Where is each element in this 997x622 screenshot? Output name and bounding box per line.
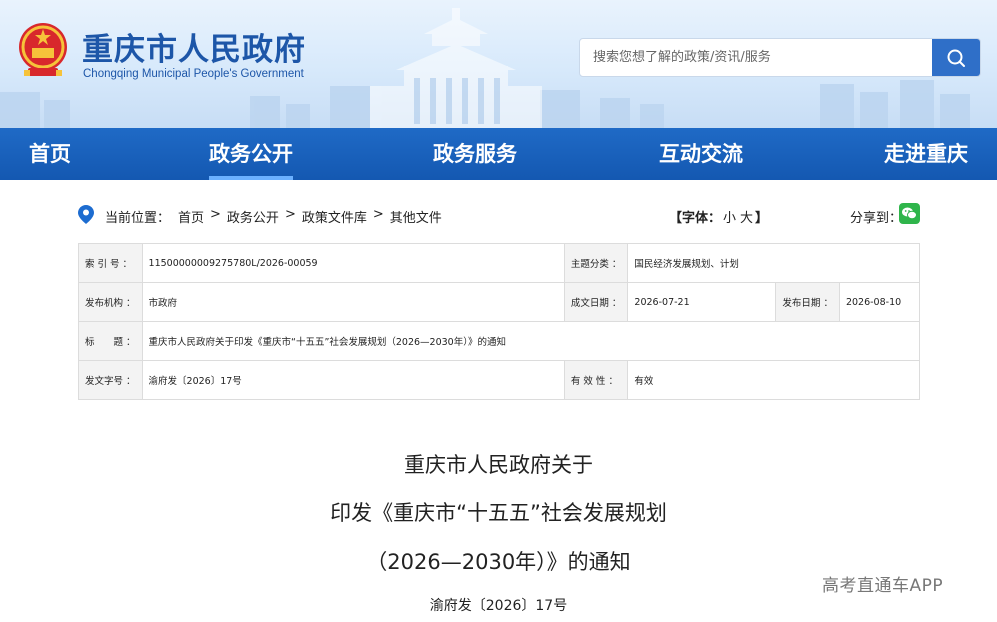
- meta-value-index: 11500000009275780L/2026-00059: [141, 243, 565, 283]
- meta-label-doc-number: 发文字号 ：: [78, 360, 143, 400]
- wechat-icon: [902, 207, 917, 220]
- table-row: 索 引 号 ： 11500000009275780L/2026-00059 主题…: [78, 243, 920, 283]
- meta-label-validity: 有 效 性 ：: [563, 360, 629, 400]
- font-size-control: 【字体：小大】: [669, 207, 768, 226]
- font-size-label: 【字体：: [669, 211, 722, 226]
- breadcrumb-separator: >: [284, 207, 296, 222]
- nav-item-about-chongqing[interactable]: 走进重庆: [884, 128, 968, 180]
- nav-item-government-services[interactable]: 政务服务: [433, 128, 517, 180]
- meta-value-title: 重庆市人民政府关于印发《重庆市“十五五”社会发展规划（2026—2030年）》的…: [141, 321, 921, 361]
- meta-value-issuer: 市政府: [141, 282, 565, 322]
- breadcrumb-separator: >: [372, 207, 384, 222]
- wechat-share-button[interactable]: [899, 203, 920, 224]
- meta-label-topic: 主题分类 ：: [563, 243, 629, 283]
- breadcrumb-item-government-affairs[interactable]: 政务公开: [227, 207, 279, 226]
- search-icon: [947, 49, 965, 67]
- meta-label-published-date: 发布日期 ：: [775, 282, 840, 322]
- breadcrumb-row: 当前位置： 首页 > 政务公开 > 政策文件库 > 其他文件 【字体：小大】 分…: [78, 200, 920, 230]
- meta-value-doc-number: 渝府发〔2026〕17号: [141, 360, 565, 400]
- search-button[interactable]: [932, 39, 980, 76]
- meta-value-topic: 国民经济发展规划、计划: [627, 243, 920, 283]
- search-box: [579, 38, 981, 77]
- nav-item-interaction[interactable]: 互动交流: [659, 128, 743, 180]
- document-number: 渝府发〔2026〕17号: [429, 598, 568, 614]
- table-row: 标 题 ： 重庆市人民政府关于印发《重庆市“十五五”社会发展规划（2026—20…: [78, 321, 921, 361]
- font-size-close-bracket: 】: [755, 211, 769, 226]
- nav-item-home[interactable]: 首页: [29, 128, 71, 180]
- share-label: 分享到：: [850, 211, 903, 226]
- breadcrumb: 首页 > 政务公开 > 政策文件库 > 其他文件: [178, 207, 442, 226]
- document-title-line-2: 印发《重庆市“十五五”社会发展规划: [330, 501, 667, 525]
- breadcrumb-item-other-files[interactable]: 其他文件: [390, 207, 442, 226]
- site-header: 重庆市人民政府 Chongqing Municipal People's Gov…: [0, 0, 997, 128]
- document-meta-table: 索 引 号 ： 11500000009275780L/2026-00059 主题…: [78, 243, 921, 400]
- breadcrumb-item-policy-library[interactable]: 政策文件库: [302, 207, 367, 226]
- meta-label-title: 标 题 ：: [78, 321, 143, 361]
- document-title-line-1: 重庆市人民政府关于: [404, 453, 593, 477]
- breadcrumb-item-home[interactable]: 首页: [178, 207, 204, 226]
- meta-value-written-date: 2026-07-21: [627, 282, 777, 322]
- main-nav: 首页 政务公开 政务服务 互动交流 走进重庆: [0, 128, 997, 180]
- meta-value-validity: 有效: [627, 360, 920, 400]
- meta-value-published-date: 2026-08-10: [838, 282, 921, 322]
- font-size-large-button[interactable]: 大: [740, 211, 753, 226]
- watermark-text: 高考直通车APP: [822, 576, 944, 596]
- site-subtitle: Chongqing Municipal People's Government: [83, 68, 304, 80]
- meta-label-index: 索 引 号 ：: [78, 243, 143, 283]
- meta-label-written-date: 成文日期 ：: [563, 282, 629, 322]
- font-size-small-button[interactable]: 小: [723, 211, 736, 226]
- meta-label-issuer: 发布机构 ：: [78, 282, 143, 322]
- table-row: 发文字号 ： 渝府发〔2026〕17号 有 效 性 ： 有效: [78, 360, 920, 400]
- location-pin-icon: [78, 205, 94, 224]
- site-title[interactable]: 重庆市人民政府: [82, 24, 306, 69]
- breadcrumb-label: 当前位置：: [105, 211, 171, 226]
- national-emblem-icon: [19, 23, 67, 76]
- table-row: 发布机构 ： 市政府 成文日期 ： 2026-07-21 发布日期 ： 2026…: [78, 282, 921, 322]
- breadcrumb-separator: >: [210, 207, 221, 222]
- search-input[interactable]: [580, 39, 934, 76]
- nav-item-government-affairs[interactable]: 政务公开: [209, 128, 293, 180]
